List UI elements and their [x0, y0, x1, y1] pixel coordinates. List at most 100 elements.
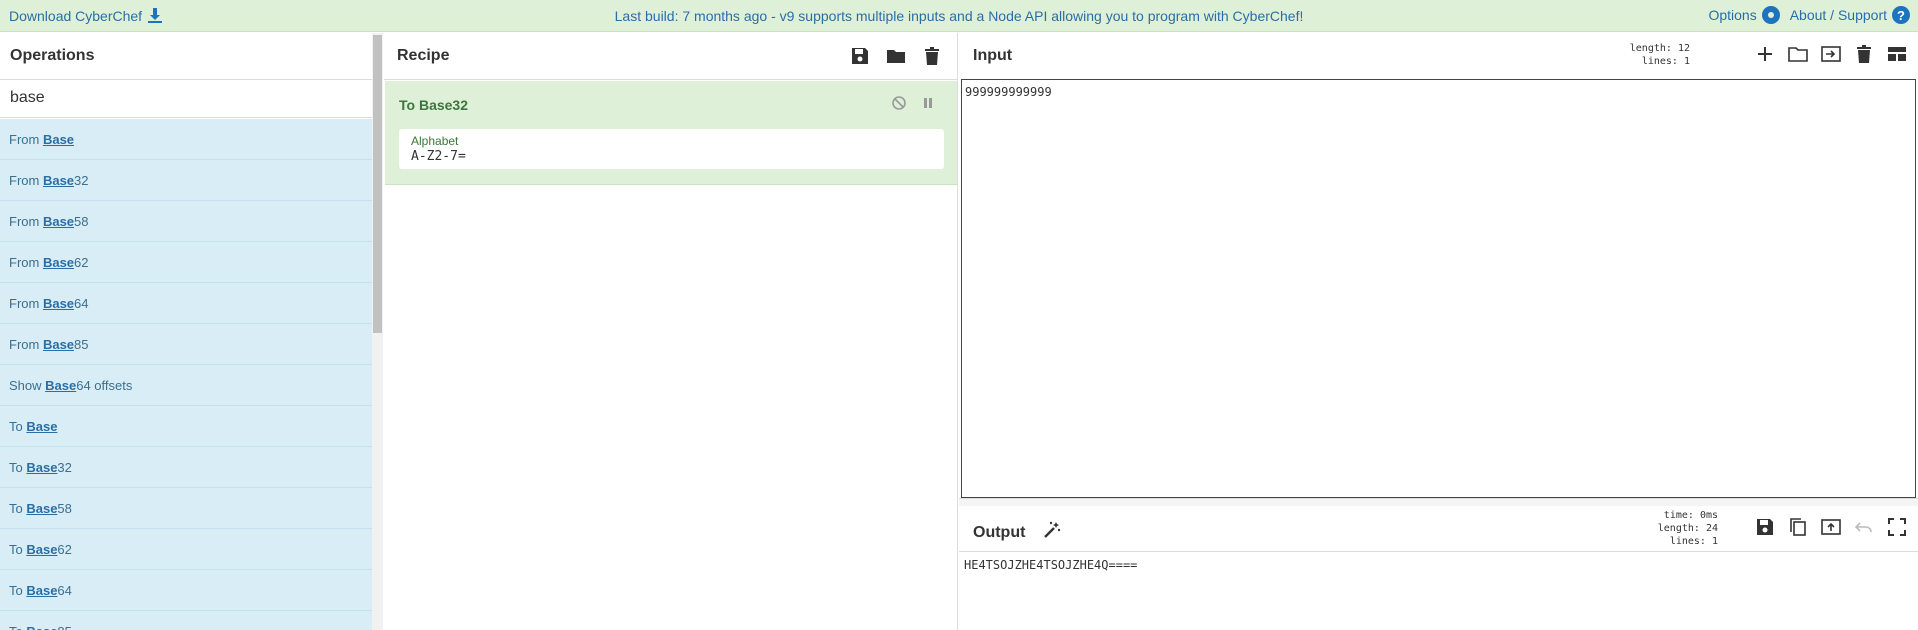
operation-item-suffix: 62 — [74, 255, 89, 270]
alphabet-value[interactable]: A-Z2-7= — [411, 149, 932, 164]
operation-item-suffix: 32 — [57, 460, 72, 475]
options-label[interactable]: Options — [1708, 7, 1756, 23]
folder-icon[interactable] — [885, 45, 907, 67]
pause-icon[interactable] — [921, 95, 935, 111]
operation-item[interactable]: From Base64 — [0, 283, 372, 324]
save-output-icon[interactable] — [1754, 516, 1776, 538]
operation-item-prefix: From — [9, 337, 43, 352]
operation-item[interactable]: To Base62 — [0, 529, 372, 570]
magic-wand-icon[interactable] — [1042, 520, 1062, 540]
operation-item-match: Base — [42, 132, 75, 147]
operation-item-prefix: To — [9, 624, 26, 630]
output-text[interactable]: HE4TSOJZHE4TSOJZHE4Q==== — [959, 552, 1918, 578]
input-lines-label: lines: — [1641, 56, 1678, 67]
clear-input-icon[interactable] — [1853, 43, 1875, 65]
operation-item[interactable]: To Base58 — [0, 488, 372, 529]
scrollbar-thumb[interactable] — [373, 35, 382, 333]
operation-item[interactable]: To Base32 — [0, 447, 372, 488]
download-icon[interactable] — [148, 8, 163, 24]
operation-item-prefix: To — [9, 460, 27, 475]
operation-item-match: Base — [26, 542, 58, 557]
add-input-icon[interactable] — [1754, 43, 1776, 65]
output-length-label: length: — [1657, 523, 1700, 534]
trash-icon[interactable] — [921, 45, 943, 67]
output-length-value: 24 — [1705, 523, 1718, 534]
help-icon[interactable]: ? — [1892, 6, 1910, 24]
output-pane: Output time: 0ms length: 24 lines: 1 HE4… — [959, 506, 1918, 630]
input-stats: length: 12 lines: 1 — [1630, 42, 1690, 68]
operation-item-match: Base — [26, 624, 57, 630]
operation-item[interactable]: From Base32 — [0, 160, 372, 201]
alphabet-label: Alphabet — [411, 134, 459, 148]
operation-item-prefix: Show — [9, 378, 46, 393]
operation-item-prefix: From — [9, 296, 43, 311]
download-link[interactable]: Download CyberChef — [9, 8, 163, 24]
operation-item-match: Base — [26, 419, 58, 434]
pane-resize-handle[interactable] — [959, 498, 1918, 506]
options-link[interactable]: Options — [1708, 6, 1780, 24]
output-lines-label: lines: — [1669, 536, 1706, 547]
input-length-label: length: — [1629, 43, 1672, 54]
operation-item-prefix: To — [9, 542, 27, 557]
recipe-title: Recipe — [397, 47, 450, 64]
disable-icon[interactable] — [891, 95, 907, 111]
operation-item[interactable]: From Base58 — [0, 201, 372, 242]
open-file-icon[interactable] — [1820, 43, 1842, 65]
output-stats: time: 0ms length: 24 lines: 1 — [1658, 509, 1718, 548]
layout-icon[interactable] — [1886, 43, 1908, 65]
input-textarea[interactable]: 999999999999 — [961, 79, 1916, 498]
operations-search-input[interactable]: base — [0, 80, 382, 118]
operation-item-prefix: From — [9, 214, 43, 229]
operation-item-suffix: 58 — [57, 501, 72, 516]
operation-item-prefix: To — [9, 419, 27, 434]
operations-title: Operations — [10, 47, 95, 64]
about-label[interactable]: About / Support — [1790, 7, 1887, 23]
output-time-label: time: — [1663, 510, 1694, 521]
build-message: Last build: 7 months ago - v9 supports m… — [614, 8, 1304, 24]
operation-item-prefix: From — [9, 132, 43, 147]
operation-item[interactable]: From Base85 — [0, 324, 372, 365]
save-icon[interactable] — [849, 45, 871, 67]
operation-item-suffix: 62 — [57, 542, 72, 557]
input-title: Input — [973, 47, 1013, 64]
output-time-value: 0ms — [1699, 510, 1718, 521]
replace-input-icon[interactable] — [1820, 516, 1842, 538]
operation-item-suffix: 85 — [74, 337, 89, 352]
operation-item[interactable]: To Base85 — [0, 611, 372, 630]
gear-icon[interactable] — [1761, 6, 1780, 24]
copy-icon[interactable] — [1787, 516, 1809, 538]
recipe-operation-name: To Base32 — [399, 97, 468, 113]
operation-item-suffix: 32 — [74, 173, 89, 188]
operation-item-prefix: To — [9, 583, 27, 598]
operation-item-prefix: To — [9, 501, 27, 516]
recipe-pane: Recipe To Base32 Alphabet A-Z2-7= — [384, 33, 958, 630]
download-label[interactable]: Download CyberChef — [9, 8, 142, 24]
operations-pane: Operations base From Base From Base32 From… — [0, 33, 383, 630]
operation-item[interactable]: From Base — [0, 119, 372, 160]
operation-item-suffix: 64 — [74, 296, 89, 311]
operation-item-match: Base — [42, 296, 75, 311]
operations-list: From Base From Base32 From Base58 From Base… — [0, 119, 372, 630]
operation-item-match: Base — [26, 460, 58, 475]
recipe-operation[interactable]: To Base32 Alphabet A-Z2-7= — [385, 81, 957, 185]
operation-item-prefix: From — [9, 255, 43, 270]
open-folder-icon[interactable] — [1787, 43, 1809, 65]
alphabet-field[interactable]: Alphabet A-Z2-7= — [399, 129, 944, 169]
input-length-value: 12 — [1677, 43, 1690, 54]
undo-icon[interactable] — [1853, 516, 1875, 538]
input-pane: Input length: 12 lines: 1 999999999999 — [959, 33, 1918, 498]
output-title: Output — [973, 524, 1026, 541]
output-lines-value: 1 — [1711, 536, 1718, 547]
operation-item-suffix: 64 offsets — [76, 378, 133, 393]
operation-item[interactable]: From Base62 — [0, 242, 372, 283]
about-link[interactable]: About / Support? — [1790, 6, 1910, 24]
maximise-icon[interactable] — [1886, 516, 1908, 538]
operation-item[interactable]: To Base64 — [0, 570, 372, 611]
operations-scrollbar[interactable] — [372, 33, 383, 630]
operation-item[interactable]: Show Base64 offsets — [0, 365, 372, 406]
operation-item-match: Base — [42, 173, 75, 188]
top-banner: Download CyberChef Last build: 7 months … — [0, 0, 1918, 32]
operation-item-suffix: 64 — [57, 583, 72, 598]
operation-item[interactable]: To Base — [0, 406, 372, 447]
operation-item-match: Base — [42, 337, 75, 352]
